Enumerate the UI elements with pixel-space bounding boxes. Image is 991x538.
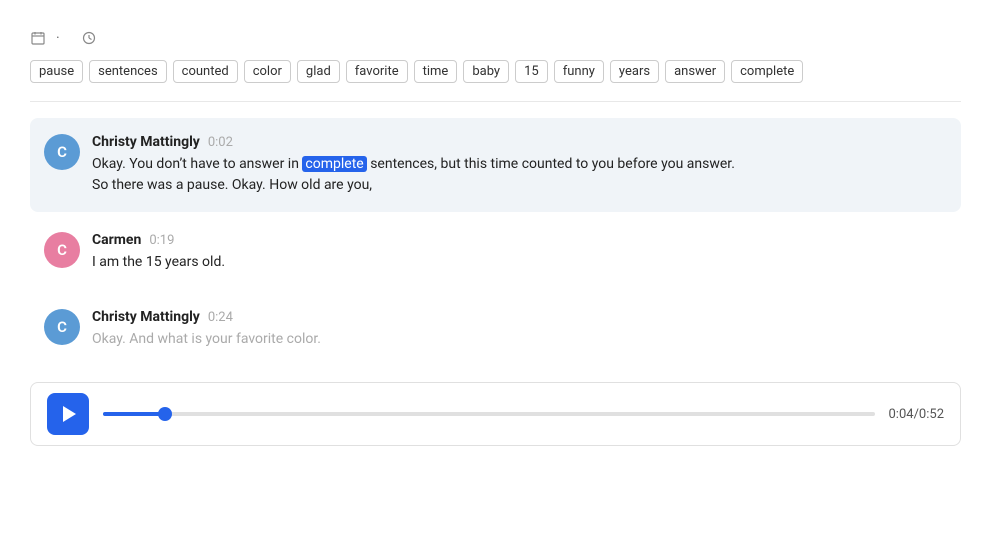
- date-item: ·: [30, 30, 65, 46]
- avatar: C: [44, 309, 80, 345]
- speaker-name: Christy Mattingly: [92, 309, 200, 325]
- meta-left: ·: [30, 30, 102, 46]
- speaker-name: Carmen: [92, 232, 141, 248]
- message-header: Christy Mattingly 0:24: [92, 309, 947, 325]
- play-icon: [63, 406, 76, 422]
- message-text: Okay. And what is your favorite color.: [92, 329, 947, 350]
- keyword-tag: time: [414, 60, 458, 83]
- time-display: 0:04/0:52: [889, 407, 945, 422]
- conversation: C Christy Mattingly 0:02 Okay. You don’t ha…: [30, 118, 961, 370]
- keywords-section: pause sentences counted color glad favorite ti…: [30, 60, 961, 83]
- message-text: Okay. You don’t have to answer in comple…: [92, 154, 947, 196]
- avatar: C: [44, 232, 80, 268]
- keyword-tag: pause: [30, 60, 83, 83]
- message-timestamp: 0:02: [208, 135, 233, 150]
- keyword-tag: years: [610, 60, 659, 83]
- divider: [30, 101, 961, 102]
- keyword-tag: complete: [731, 60, 803, 83]
- meta-row: ·: [30, 30, 961, 46]
- keyword-tag: funny: [554, 60, 604, 83]
- keyword-tag: favorite: [346, 60, 408, 83]
- duration-item: [81, 30, 102, 46]
- message-timestamp: 0:24: [208, 310, 233, 325]
- calendar-icon: [30, 30, 46, 46]
- keyword-tag: baby: [463, 60, 509, 83]
- keyword-tag: answer: [665, 60, 725, 83]
- message-content: Carmen 0:19 I am the 15 years old.: [92, 232, 947, 273]
- keyword-tag: sentences: [89, 60, 167, 83]
- clock-icon: [81, 30, 97, 46]
- message-content: Christy Mattingly 0:24 Okay. And what is y…: [92, 309, 947, 350]
- avatar: C: [44, 134, 80, 170]
- message-block: C Carmen 0:19 I am the 15 years old.: [30, 216, 961, 289]
- message-content: Christy Mattingly 0:02 Okay. You don’t hav…: [92, 134, 947, 196]
- message-header: Christy Mattingly 0:02: [92, 134, 947, 150]
- keyword-tag: glad: [297, 60, 340, 83]
- message-text: I am the 15 years old.: [92, 252, 947, 273]
- highlighted-word: complete: [302, 156, 366, 172]
- play-button[interactable]: [47, 393, 89, 435]
- time-text: ·: [56, 30, 60, 46]
- progress-thumb: [158, 407, 172, 421]
- keyword-tag: counted: [173, 60, 238, 83]
- keyword-tag: color: [244, 60, 291, 83]
- speaker-name: Christy Mattingly: [92, 134, 200, 150]
- message-timestamp: 0:19: [149, 233, 174, 248]
- audio-player: 0:04/0:52: [30, 382, 961, 446]
- keywords-list: pause sentences counted color glad favorite ti…: [30, 60, 961, 83]
- keyword-tag: 15: [515, 60, 548, 83]
- progress-fill: [103, 412, 165, 416]
- message-block: C Christy Mattingly 0:02 Okay. You don’t ha…: [30, 118, 961, 212]
- message-header: Carmen 0:19: [92, 232, 947, 248]
- progress-bar[interactable]: [103, 412, 875, 416]
- message-block: C Christy Mattingly 0:24 Okay. And what is …: [30, 293, 961, 366]
